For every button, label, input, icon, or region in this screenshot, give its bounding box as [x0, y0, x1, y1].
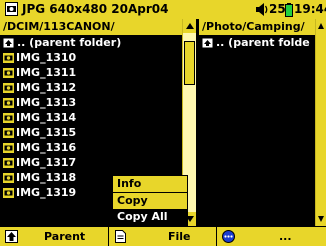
image-file-icon — [3, 173, 14, 183]
image-file-icon — [3, 53, 14, 63]
image-file-icon — [3, 83, 14, 93]
parent-folder-label: .. (parent folder) — [17, 36, 122, 49]
clock: 19:44 — [294, 2, 326, 16]
scroll-up-arrow[interactable] — [183, 19, 196, 33]
menu-item-copy-all[interactable]: Copy All — [113, 209, 187, 225]
right-file-pane: /Photo/Camping/ .. (parent folde — [199, 19, 315, 226]
file-button[interactable]: File — [108, 227, 216, 246]
file-button-label: File — [168, 230, 191, 243]
image-file-icon — [3, 68, 14, 78]
scroll-down-arrow[interactable] — [316, 212, 326, 226]
folder-up-icon — [202, 38, 213, 48]
image-file-icon — [3, 143, 14, 153]
more-button-label: ... — [279, 230, 292, 243]
file-item-label: IMG_1314 — [16, 111, 77, 124]
file-item[interactable]: IMG_1315 — [0, 125, 182, 140]
menu-item-info[interactable]: Info — [113, 176, 187, 192]
file-item[interactable]: IMG_1314 — [0, 110, 182, 125]
folder-up-icon — [5, 230, 18, 243]
right-scrollbar[interactable] — [315, 19, 326, 226]
file-item-label: IMG_1310 — [16, 51, 77, 64]
volume-value: 25 — [269, 2, 286, 16]
file-info-text: JPG 640x480 20Apr04 — [22, 2, 169, 16]
left-path-header: /DCIM/113CANON/ — [0, 19, 182, 35]
file-item[interactable]: IMG_1312 — [0, 80, 182, 95]
file-item-label: IMG_1317 — [16, 156, 77, 169]
right-file-list: .. (parent folde — [199, 35, 315, 50]
menu-item-copy[interactable]: Copy — [113, 193, 187, 209]
battery-icon — [285, 3, 293, 17]
parent-folder-label: .. (parent folde — [216, 36, 310, 49]
parent-folder-item[interactable]: .. (parent folde — [199, 35, 315, 50]
scroll-thumb[interactable] — [184, 41, 195, 85]
file-item-label: IMG_1312 — [16, 81, 77, 94]
scroll-track[interactable] — [316, 33, 326, 212]
folder-up-icon — [3, 38, 14, 48]
file-item-label: IMG_1311 — [16, 66, 77, 79]
file-item-label: IMG_1318 — [16, 171, 77, 184]
image-file-icon — [3, 128, 14, 138]
right-path-header: /Photo/Camping/ — [199, 19, 315, 35]
file-item[interactable]: IMG_1311 — [0, 65, 182, 80]
bottom-button-bar: Parent File ... — [0, 226, 326, 246]
file-icon — [115, 230, 126, 243]
image-file-icon — [3, 98, 14, 108]
context-menu: Info Copy Copy All — [112, 175, 188, 226]
file-item[interactable]: IMG_1310 — [0, 50, 182, 65]
parent-button-label: Parent — [44, 230, 86, 243]
file-item-label: IMG_1316 — [16, 141, 77, 154]
status-bar: JPG 640x480 20Apr04 25 19:44 — [0, 0, 326, 19]
parent-button[interactable]: Parent — [0, 227, 108, 246]
speaker-icon — [256, 3, 268, 16]
image-file-icon — [3, 113, 14, 123]
file-item-label: IMG_1313 — [16, 96, 77, 109]
file-item[interactable]: IMG_1317 — [0, 155, 182, 170]
scroll-up-arrow[interactable] — [316, 19, 326, 33]
more-options-icon — [222, 230, 235, 243]
file-item[interactable]: IMG_1313 — [0, 95, 182, 110]
file-item[interactable]: IMG_1316 — [0, 140, 182, 155]
file-item-label: IMG_1319 — [16, 186, 77, 199]
more-button[interactable]: ... — [216, 227, 326, 246]
parent-folder-item[interactable]: .. (parent folder) — [0, 35, 182, 50]
image-file-icon — [3, 188, 14, 198]
image-file-icon — [5, 2, 18, 16]
file-item-label: IMG_1315 — [16, 126, 77, 139]
image-file-icon — [3, 158, 14, 168]
